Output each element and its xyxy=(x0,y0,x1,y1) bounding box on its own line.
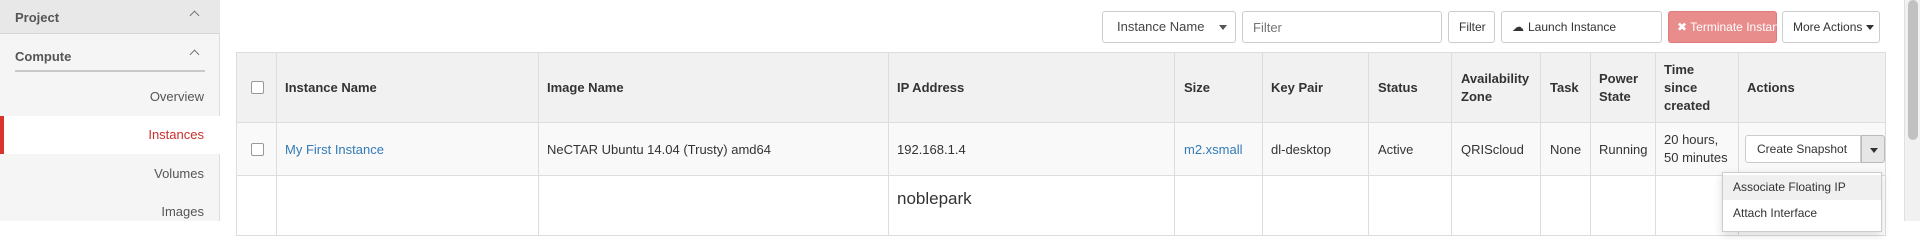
status-cell: Active xyxy=(1378,142,1414,157)
header-actions: Actions xyxy=(1747,80,1795,95)
sidebar-item-label: Instances xyxy=(148,127,204,142)
more-actions-button[interactable]: More Actions xyxy=(1782,11,1880,43)
column-divider xyxy=(1655,52,1656,236)
create-snapshot-button[interactable]: Create Snapshot xyxy=(1745,135,1861,163)
availability-zone-cell: QRIScloud xyxy=(1461,142,1524,157)
header-task[interactable]: Task xyxy=(1550,79,1579,97)
column-divider xyxy=(1451,52,1452,236)
time-text: 50 minutes xyxy=(1664,150,1728,165)
time-since-created-cell: 20 hours, 50 minutes xyxy=(1664,131,1728,167)
filter-button-label: Filter xyxy=(1459,20,1486,34)
header-key-pair[interactable]: Key Pair xyxy=(1271,79,1323,97)
header-size[interactable]: Size xyxy=(1184,79,1210,97)
header-time-since-created[interactable]: Time since created xyxy=(1664,61,1710,115)
header-instance-name[interactable]: Instance Name xyxy=(285,79,377,97)
column-divider xyxy=(538,52,539,236)
select-all-checkbox[interactable] xyxy=(251,81,264,94)
header-availability-zone[interactable]: Availability Zone xyxy=(1461,70,1529,106)
instance-name-link[interactable]: My First Instance xyxy=(285,141,384,159)
header-text: State xyxy=(1599,89,1631,104)
menu-item-label: Associate Floating IP xyxy=(1733,180,1846,194)
sidebar-item-label: Images xyxy=(161,204,204,219)
column-divider xyxy=(1540,52,1541,236)
filter-field-select[interactable]: Instance Name xyxy=(1102,11,1236,43)
more-actions-label: More Actions xyxy=(1793,20,1863,34)
image-name-cell: NeCTAR Ubuntu 14.04 (Trusty) amd64 xyxy=(547,142,771,157)
sidebar-item-images[interactable]: Images xyxy=(0,193,220,231)
ip-address-cell: 192.168.1.4 xyxy=(897,142,966,157)
header-ip-address[interactable]: IP Address xyxy=(897,79,964,97)
column-divider xyxy=(1174,52,1175,236)
table-row: noblepark xyxy=(236,176,1886,236)
chevron-up-icon xyxy=(189,10,200,21)
header-image-name[interactable]: Image Name xyxy=(547,79,624,97)
sidebar-item-instances[interactable]: Instances xyxy=(0,116,220,154)
header-text: Power xyxy=(1599,71,1639,86)
size-link[interactable]: m2.xsmall xyxy=(1184,141,1243,159)
sidebar-item-volumes[interactable]: Volumes xyxy=(0,155,220,193)
time-text: 20 hours, xyxy=(1664,132,1719,147)
menu-item-label: Attach Interface xyxy=(1733,206,1818,220)
column-divider xyxy=(888,52,889,236)
table-row: My First Instance NeCTAR Ubuntu 14.04 (T… xyxy=(236,123,1886,176)
column-divider xyxy=(1368,52,1369,236)
header-text: Availability xyxy=(1461,71,1530,86)
caret-down-icon xyxy=(1219,25,1227,30)
header-status[interactable]: Status xyxy=(1378,79,1418,97)
menu-item-associate-floating-ip[interactable]: Associate Floating IP xyxy=(1723,175,1881,200)
power-state-cell: Running xyxy=(1599,142,1648,157)
create-snapshot-label: Create Snapshot xyxy=(1757,142,1848,156)
page-scrollbar[interactable] xyxy=(1904,0,1920,221)
header-text: created xyxy=(1664,98,1711,113)
sidebar-compute-label: Compute xyxy=(15,49,72,64)
column-divider xyxy=(1262,52,1263,236)
chevron-up-icon xyxy=(189,49,200,60)
caret-down-icon xyxy=(1866,25,1875,30)
row-checkbox[interactable] xyxy=(251,143,264,156)
launch-instance-button[interactable]: ☁ Launch Instance xyxy=(1501,11,1662,43)
sidebar-item-label: Volumes xyxy=(154,166,204,181)
sidebar: Project Compute Overview Instances Volum… xyxy=(0,0,220,221)
sidebar-divider xyxy=(15,70,205,72)
sidebar-section-compute[interactable]: Compute xyxy=(0,38,220,74)
row-actions-dropdown-toggle[interactable] xyxy=(1861,135,1885,163)
ip-address-cell: noblepark xyxy=(897,189,972,208)
cloud-upload-icon: ☁ xyxy=(1512,20,1524,34)
header-text: since xyxy=(1664,80,1698,95)
launch-button-label: Launch Instance xyxy=(1528,20,1617,34)
scrollbar-thumb[interactable] xyxy=(1908,0,1918,140)
filter-input[interactable] xyxy=(1242,11,1442,43)
header-text: Time xyxy=(1664,62,1695,77)
menu-item-attach-interface[interactable]: Attach Interface xyxy=(1723,201,1881,226)
sidebar-project-label: Project xyxy=(15,10,60,25)
header-text: Zone xyxy=(1461,89,1493,104)
table-header: Instance Name Image Name IP Address Size… xyxy=(236,52,1886,123)
caret-down-icon xyxy=(1870,148,1878,153)
sidebar-section-project[interactable]: Project xyxy=(0,0,220,34)
filter-field-selected: Instance Name xyxy=(1117,19,1205,34)
column-divider xyxy=(1590,52,1591,236)
sidebar-item-label: Overview xyxy=(149,89,204,104)
header-power-state[interactable]: Power State xyxy=(1599,70,1638,106)
filter-button[interactable]: Filter xyxy=(1448,11,1495,43)
key-pair-cell: dl-desktop xyxy=(1271,142,1331,157)
column-divider xyxy=(276,52,277,236)
row-actions-menu: Associate Floating IP Attach Interface xyxy=(1722,172,1882,232)
task-cell: None xyxy=(1550,142,1582,157)
terminate-instances-button[interactable]: ✖ Terminate Instances xyxy=(1668,11,1798,43)
sidebar-item-overview[interactable]: Overview xyxy=(0,78,220,116)
close-icon: ✖ xyxy=(1677,20,1691,34)
